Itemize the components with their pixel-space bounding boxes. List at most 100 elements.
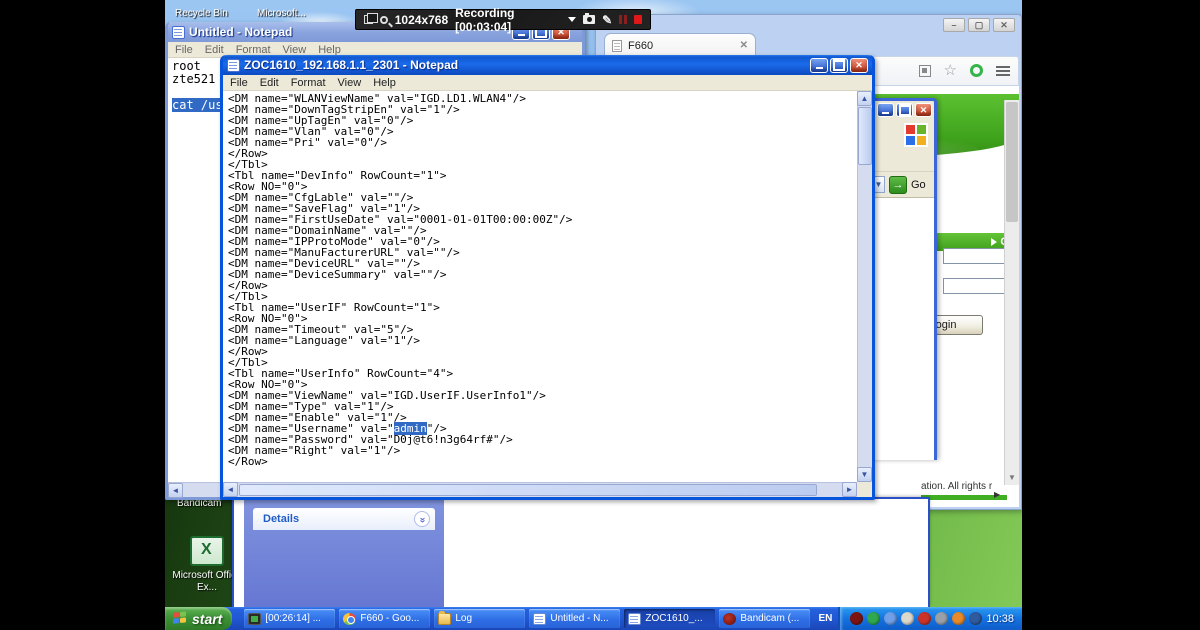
ie-content <box>868 197 934 460</box>
scroll-left-icon[interactable]: ◄ <box>223 482 238 497</box>
arrow-right-icon <box>991 238 998 246</box>
window-mode-icon[interactable] <box>364 13 379 24</box>
magnifier-icon[interactable] <box>380 15 388 24</box>
chrome-close-button[interactable]: ✕ <box>993 18 1015 32</box>
taskbar-button[interactable]: Untitled - N... <box>529 609 621 628</box>
v-scroll-thumb[interactable] <box>858 107 872 165</box>
scroll-right-icon[interactable]: ► <box>842 482 857 497</box>
network-computers-tray-icon[interactable] <box>884 612 898 625</box>
ie-close-button[interactable]: ✕ <box>915 103 932 117</box>
dropdown-caret-icon[interactable] <box>568 17 577 22</box>
scrollbar-thumb[interactable] <box>1006 102 1018 222</box>
zoc-text-area[interactable]: <DM name="WLANViewName" val="IGD.LD1.WLA… <box>223 91 857 482</box>
menu-format[interactable]: Format <box>291 77 326 89</box>
go-arrow-icon[interactable]: → <box>889 175 907 194</box>
recording-toolbar: 1024x768 Recording [00:03:04] ✎ <box>355 6 651 34</box>
bandicam-tray-icon[interactable] <box>850 612 864 625</box>
ie-minimize-button[interactable] <box>877 103 894 117</box>
menu-file[interactable]: File <box>175 44 193 56</box>
close-button[interactable]: ✕ <box>850 57 868 73</box>
bookmark-apps-icon[interactable] <box>918 64 931 77</box>
windows-logo-icon <box>904 123 928 147</box>
volume-tray-icon[interactable] <box>952 612 966 625</box>
language-indicator[interactable]: EN <box>816 613 834 624</box>
zoc-notepad-window: ZOC1610_192.168.1.1_2301 - Notepad ✕ Fil… <box>220 55 875 500</box>
start-button[interactable]: start <box>165 607 233 630</box>
browser-tab[interactable]: F660 ✕ <box>604 33 756 57</box>
screenshot-camera-icon[interactable] <box>583 13 596 24</box>
go-button[interactable]: Go <box>911 179 926 191</box>
folder-icon <box>438 610 452 625</box>
menu-help[interactable]: Help <box>318 44 341 56</box>
menu-view[interactable]: View <box>283 44 307 56</box>
page-favicon <box>612 39 622 52</box>
desktop-icon-microsoft[interactable]: Microsoft... <box>257 8 306 19</box>
taskbar-buttons: [00:26:14] ... F660 - Goo... Log Untitled -… <box>244 609 811 628</box>
desktop-icon-recycle-bin[interactable]: Recycle Bin <box>175 8 228 19</box>
recording-resolution: 1024x768 <box>394 12 449 27</box>
tab-title: F660 <box>628 39 654 52</box>
chrome-maximize-button[interactable]: ▢ <box>968 18 990 32</box>
tab-close-icon[interactable]: ✕ <box>740 40 748 51</box>
white-app-tray-icon[interactable] <box>901 612 915 625</box>
pause-icon[interactable] <box>619 15 627 24</box>
notepad-icon <box>172 25 185 39</box>
taskbar-clock: 10:38 <box>986 612 1014 625</box>
menu-edit[interactable]: Edit <box>260 77 279 89</box>
ie-window: ✕ ▼ → Go <box>865 98 937 460</box>
zoc-h-scrollbar[interactable]: ◄ ► <box>223 482 857 497</box>
menu-edit[interactable]: Edit <box>205 44 224 56</box>
system-tray: 10:38 <box>838 607 1022 630</box>
scroll-right-icon[interactable]: ▶ <box>994 490 1000 499</box>
green-app-tray-icon[interactable] <box>867 612 881 625</box>
scroll-left-icon[interactable]: ◄ <box>168 483 183 498</box>
scroll-up-icon[interactable]: ▲ <box>857 91 872 106</box>
explorer-window: Details » <box>232 497 930 609</box>
security-alert-tray-icon[interactable] <box>918 612 932 625</box>
menu-view[interactable]: View <box>338 77 362 89</box>
recording-status: Recording [00:03:04] <box>455 5 515 34</box>
scroll-down-icon[interactable]: ▼ <box>857 467 872 482</box>
bookmark-star-icon[interactable]: ☆ <box>944 63 957 78</box>
taskbar-button[interactable]: Bandicam (... <box>719 609 811 628</box>
menu-help[interactable]: Help <box>373 77 396 89</box>
chrome-icon <box>343 612 357 625</box>
h-scroll-thumb[interactable] <box>239 484 817 496</box>
display-tray-icon[interactable] <box>969 612 983 625</box>
start-label: start <box>192 610 223 627</box>
notepad-icon <box>533 612 547 625</box>
bandicam-icon <box>723 612 737 625</box>
maximize-button[interactable] <box>830 57 848 73</box>
notepad-icon <box>227 58 240 72</box>
menu-file[interactable]: File <box>230 77 248 89</box>
ie-maximize-button[interactable] <box>896 103 913 117</box>
taskbar-button[interactable]: F660 - Goo... <box>339 609 431 628</box>
chevron-collapse-icon[interactable]: » <box>414 511 430 527</box>
taskbar-button[interactable]: [00:26:14] ... <box>244 609 336 628</box>
explorer-task-pane: Details » <box>244 499 444 609</box>
taskbar: start [00:26:14] ... F660 - Goo... Log Unti… <box>165 607 1022 630</box>
gray-app-tray-icon[interactable] <box>935 612 949 625</box>
notepad-icon <box>628 612 642 625</box>
monitor-icon <box>248 612 262 625</box>
taskbar-button[interactable]: ZOC1610_... <box>624 609 716 628</box>
zoc-text-lines: <DM name="WLANViewName" val="IGD.LD1.WLA… <box>228 92 573 468</box>
excel-icon[interactable] <box>190 536 224 566</box>
page-scrollbar[interactable]: ▼ <box>1004 100 1019 485</box>
zoc-v-scrollbar[interactable]: ▲ ▼ <box>857 91 872 482</box>
zoc-notepad-title: ZOC1610_192.168.1.1_2301 - Notepad <box>244 58 459 72</box>
stop-record-icon[interactable] <box>633 15 643 24</box>
details-header[interactable]: Details » <box>253 508 435 530</box>
tray-icons <box>850 612 983 625</box>
copyright-text: ation. All rights r <box>921 481 993 492</box>
chrome-minimize-button[interactable]: – <box>943 18 965 32</box>
taskbar-button[interactable]: Log <box>434 609 526 628</box>
menu-format[interactable]: Format <box>236 44 271 56</box>
details-label: Details <box>263 513 300 525</box>
scroll-down-icon[interactable]: ▼ <box>1005 472 1019 485</box>
browser-menu-icon[interactable] <box>996 65 1010 76</box>
extension-icon[interactable] <box>970 64 983 77</box>
desktop: Recycle Bin Microsoft... Bandicam Micros… <box>165 0 1022 630</box>
minimize-button[interactable] <box>810 57 828 73</box>
pencil-icon[interactable]: ✎ <box>602 14 612 26</box>
